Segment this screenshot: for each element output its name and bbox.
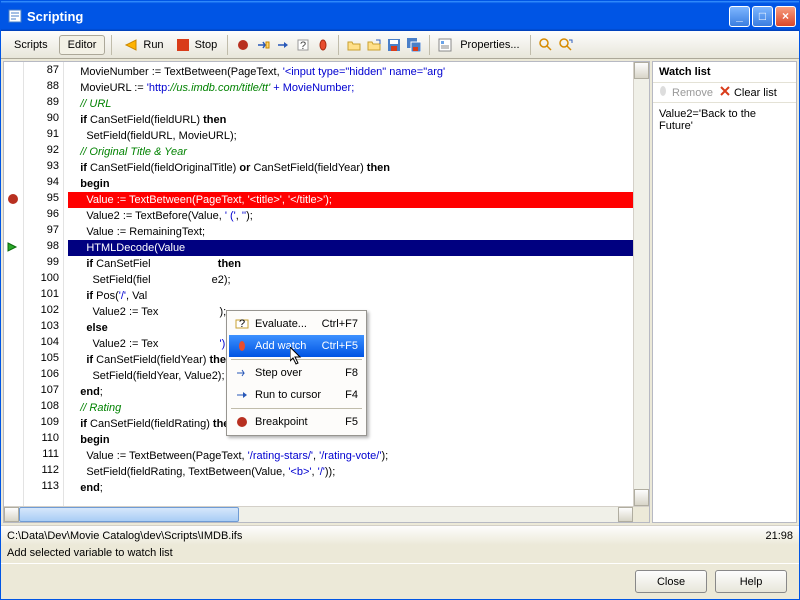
stop-icon bbox=[174, 36, 192, 54]
properties-button[interactable]: Properties... bbox=[456, 39, 523, 51]
marker-gutter bbox=[4, 62, 24, 506]
watch-list[interactable]: Value2='Back to the Future' bbox=[653, 103, 796, 522]
run-to-cursor-icon bbox=[233, 388, 251, 402]
current-line-marker bbox=[6, 240, 20, 254]
menu-add-watch[interactable]: Add watch Ctrl+F5 bbox=[229, 335, 364, 357]
horizontal-scrollbar[interactable] bbox=[4, 506, 649, 522]
watch-remove-button[interactable]: Remove bbox=[657, 85, 713, 100]
watch-icon[interactable] bbox=[314, 36, 332, 54]
maximize-button[interactable]: □ bbox=[752, 6, 773, 27]
replace-icon[interactable] bbox=[557, 36, 575, 54]
menu-run-to-cursor[interactable]: Run to cursor F4 bbox=[229, 384, 364, 406]
breakpoint-icon[interactable] bbox=[234, 36, 252, 54]
editor: 8788899091929394959697989910010110210310… bbox=[3, 61, 650, 523]
menu-evaluate[interactable]: ? Evaluate... Ctrl+F7 bbox=[229, 313, 364, 335]
save-all-icon[interactable] bbox=[405, 36, 423, 54]
vertical-scrollbar[interactable] bbox=[633, 62, 649, 506]
run-icon bbox=[122, 36, 140, 54]
watch-icon bbox=[233, 339, 251, 353]
code-area[interactable]: MovieNumber := TextBetween(PageText, '<i… bbox=[64, 62, 633, 506]
watch-title: Watch list bbox=[653, 62, 796, 82]
status-path: C:\Data\Dev\Movie Catalog\dev\Scripts\IM… bbox=[7, 530, 242, 542]
open-icon[interactable] bbox=[345, 36, 363, 54]
remove-icon bbox=[657, 85, 669, 100]
run-button[interactable]: Run bbox=[118, 36, 167, 54]
watch-panel: Watch list Remove Clear list Value2='Bac… bbox=[652, 61, 797, 523]
step-over-icon bbox=[233, 366, 251, 380]
svg-text:?: ? bbox=[239, 318, 245, 330]
dialog-buttons: Close Help bbox=[1, 563, 799, 599]
scripts-tab[interactable]: Scripts bbox=[5, 35, 57, 55]
menu-step-over[interactable]: Step over F8 bbox=[229, 362, 364, 384]
properties-icon[interactable] bbox=[436, 36, 454, 54]
menu-breakpoint[interactable]: Breakpoint F5 bbox=[229, 411, 364, 433]
svg-text:?: ? bbox=[300, 40, 306, 52]
evaluate-icon: ? bbox=[233, 317, 251, 331]
evaluate-icon[interactable]: ? bbox=[294, 36, 312, 54]
clear-icon bbox=[719, 85, 731, 100]
breakpoint-icon bbox=[233, 416, 251, 428]
toolbar: Scripts Editor Run Stop ? Properties... bbox=[1, 31, 799, 59]
help-button[interactable]: Help bbox=[715, 570, 787, 593]
titlebar: Scripting _ □ × bbox=[1, 1, 799, 31]
save-icon[interactable] bbox=[385, 36, 403, 54]
status-position: 21:98 bbox=[765, 530, 793, 542]
watch-clear-button[interactable]: Clear list bbox=[719, 85, 777, 100]
window-title: Scripting bbox=[27, 9, 727, 24]
line-gutter: 8788899091929394959697989910010110210310… bbox=[24, 62, 64, 506]
external-icon[interactable] bbox=[365, 36, 383, 54]
app-icon bbox=[7, 8, 23, 24]
close-dialog-button[interactable]: Close bbox=[635, 570, 707, 593]
breakpoint-marker[interactable] bbox=[6, 192, 20, 206]
watch-item[interactable]: Value2='Back to the Future' bbox=[657, 107, 792, 133]
stop-button[interactable]: Stop bbox=[170, 36, 222, 54]
editor-tab[interactable]: Editor bbox=[59, 35, 106, 55]
hint-bar: Add selected variable to watch list bbox=[1, 545, 799, 563]
status-bar: C:\Data\Dev\Movie Catalog\dev\Scripts\IM… bbox=[1, 525, 799, 545]
step-icon[interactable] bbox=[254, 36, 272, 54]
minimize-button[interactable]: _ bbox=[729, 6, 750, 27]
context-menu: ? Evaluate... Ctrl+F7 Add watch Ctrl+F5 … bbox=[226, 310, 367, 436]
run-to-icon[interactable] bbox=[274, 36, 292, 54]
find-icon[interactable] bbox=[537, 36, 555, 54]
close-button[interactable]: × bbox=[775, 6, 796, 27]
